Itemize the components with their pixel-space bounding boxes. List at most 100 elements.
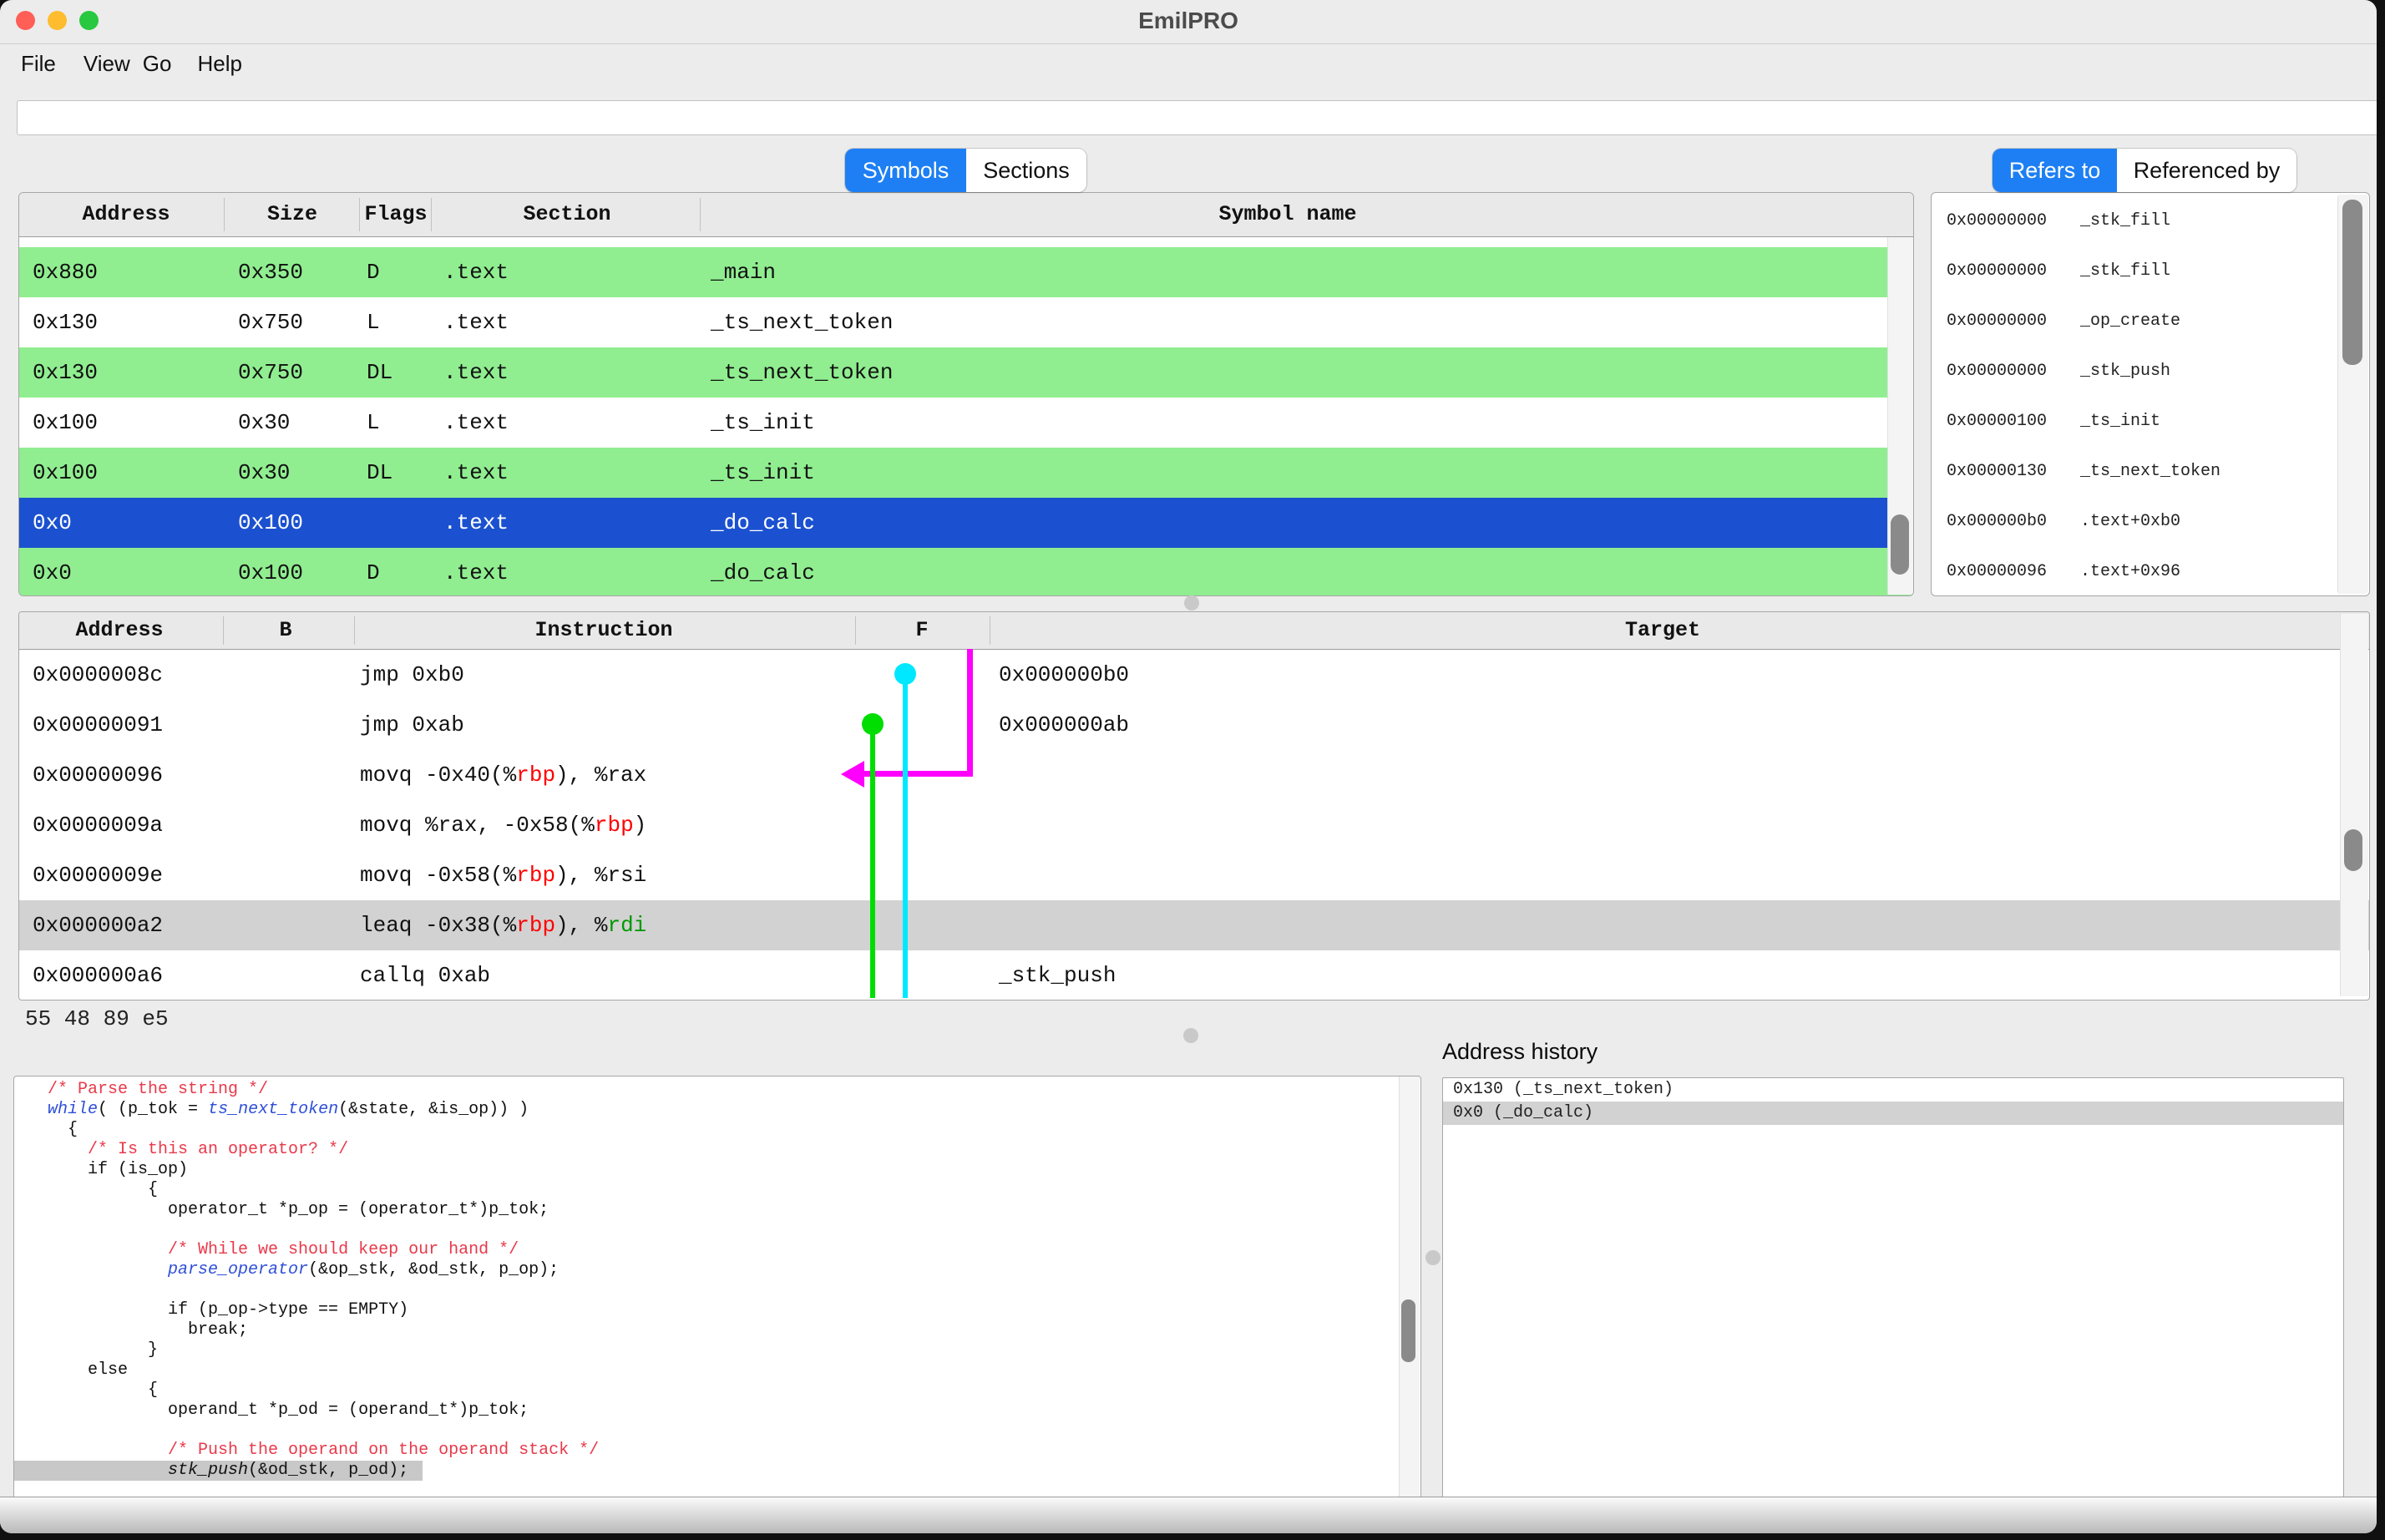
horizontal-splitter-handle-2[interactable] [1183,1028,1198,1043]
refers-address: 0x00000130 [1947,447,2047,497]
header-separator [431,198,432,231]
header-separator [223,616,224,645]
branch-arrow-magenta-horizontal [861,771,973,777]
vertical-splitter-handle[interactable] [1425,1250,1441,1265]
instr-text: jmp 0xb0 [360,650,464,700]
menu-view[interactable]: View [84,51,130,77]
symbols-col-address: Address [82,193,170,236]
cell: 0x130 [33,297,98,347]
refers-row[interactable]: 0x00000000_op_create [1932,296,2369,347]
symbol-row-_main[interactable]: 0x8800x350D.text_main [19,247,1913,297]
refers-address: 0x00000000 [1947,246,2047,296]
refers-row[interactable]: 0x00000000_stk_push [1932,347,2369,397]
cell: D [367,548,380,596]
refers-row[interactable]: 0x000000b0.text+0xb0 [1932,497,2369,547]
instr-address: 0x000000a2 [33,900,163,950]
code-line: if (p_op->type == EMPTY) [28,1300,599,1320]
emilpro-window: EmilPRO File View Go Help SymbolsSections R… [0,0,2377,1533]
cell: _main [711,247,776,297]
instruction-row-0x0000008c[interactable]: 0x0000008cjmp 0xb00x000000b0 [19,650,2369,700]
symbols-table-rows: 0x8800x350D.text_main0x1300x750L.text_ts… [19,237,1913,596]
history-row[interactable]: 0x130 (_ts_next_token) [1443,1078,2343,1102]
symbol-row-_ts_init[interactable]: 0x1000x30DL.text_ts_init [19,448,1913,498]
cell: L [367,398,380,448]
disasm-scrollbar-track[interactable] [2340,614,2368,996]
disasm-col-target: Target [1625,612,1700,649]
refers-to-list: 0x00000000_stk_fill0x00000000_stk_fill0x… [1931,192,2370,596]
symbol-row-_do_calc[interactable]: 0x00x100.text_do_calc [19,498,1913,548]
code-line: stk_push(&od_stk, p_od); [28,1461,599,1481]
menu-go[interactable]: Go [143,51,172,77]
code-line [28,1220,599,1240]
address-history-list: 0x130 (_ts_next_token)0x0 (_do_calc) [1442,1077,2344,1520]
refers-rows: 0x00000000_stk_fill0x00000000_stk_fill0x… [1932,196,2369,596]
symbol-row-_do_calc[interactable]: 0x00x100D.text_do_calc [19,548,1913,596]
instruction-row-0x000000a6[interactable]: 0x000000a6callq 0xab_stk_push [19,950,2369,1000]
refers-symbol: _stk_fill [2080,246,2170,296]
menu-help[interactable]: Help [197,51,241,77]
screen: EmilPRO File View Go Help SymbolsSections R… [0,0,2385,1540]
refers-row[interactable]: 0x00000100_ts_init [1932,397,2369,447]
horizontal-splitter-handle[interactable] [1184,595,1199,610]
cell: 0x130 [33,347,98,398]
cell: .text [443,297,509,347]
instr-text: jmp 0xab [360,700,464,750]
disasm-col-b: B [279,612,291,649]
window-title: EmilPRO [0,0,2377,43]
symbols-sections-tabs: SymbolsSections [845,149,1086,192]
refers-row[interactable]: 0x00000000 _stk_fill [1932,196,2369,246]
refers-row[interactable]: 0x00000130 _ts_next_token [1932,447,2369,497]
code-line: operator_t *p_op = (operator_t*)p_tok; [28,1200,599,1220]
code-line: /* While we should keep our hand */ [28,1240,599,1260]
instruction-row-0x00000091[interactable]: 0x00000091jmp 0xab0x000000ab [19,700,2369,750]
cell: 0x30 [238,398,290,448]
tab-referenced-by[interactable]: Referenced by [2117,149,2296,192]
menu-file[interactable]: File [21,51,56,77]
address-history-rows: 0x130 (_ts_next_token)0x0 (_do_calc) [1443,1078,2343,1125]
cell: 0x750 [238,297,303,347]
refers-address: 0x00000000 [1947,196,2047,246]
disassembly-rows: 0x0000008cjmp 0xb00x000000b00x00000091jm… [19,650,2369,1000]
refers-symbol: _stk_fill [2080,196,2170,246]
cell: _ts_next_token [711,347,893,398]
symbol-row-_ts_init[interactable]: 0x1000x30L.text_ts_init [19,398,1913,448]
instruction-row-0x0000009a[interactable]: 0x0000009amovq %rax, -0x58(%rbp) [19,800,2369,850]
title-bar: EmilPRO [0,0,2377,44]
instruction-row-0x000000a2[interactable]: 0x000000a2 leaq -0x38(%rbp), %rdi [19,900,2369,950]
refers-address: 0x00000096 [1947,547,2047,596]
code-lines: /* Parse the string */ while( (p_tok = t… [28,1080,599,1481]
instr-target: 0x000000b0 [999,650,1129,700]
instruction-row-0x00000096[interactable]: 0x00000096movq -0x40(%rbp), %rax [19,750,2369,800]
symbol-filter-input[interactable] [17,100,2377,135]
instr-text: leaq -0x38(%rbp), %rdi [360,900,646,950]
code-line [28,1421,599,1441]
symbol-row-_ts_next_token[interactable]: 0x1300x750DL.text_ts_next_token [19,347,1913,398]
cell: .text [443,347,509,398]
refers-tabs: Refers toReferenced by [1993,149,2296,192]
code-scrollbar-thumb[interactable] [1401,1299,1415,1362]
instruction-encoding-status: 55 48 89 e5 [25,1006,169,1031]
code-line [28,1280,599,1300]
refers-symbol: _ts_next_token [2080,447,2220,497]
history-row[interactable]: 0x0 (_do_calc) [1443,1102,2343,1125]
code-line: parse_operator(&op_stk, &od_stk, p_op); [28,1260,599,1280]
refers-scrollbar-thumb[interactable] [2342,200,2362,365]
code-line: else [28,1360,599,1380]
tab-symbols[interactable]: Symbols [845,149,966,192]
header-separator [700,198,701,231]
code-line: } [28,1340,599,1360]
instruction-row-0x0000009e[interactable]: 0x0000009emovq -0x58(%rbp), %rsi [19,850,2369,900]
tab-refers-to[interactable]: Refers to [1993,149,2117,192]
refers-row[interactable]: 0x00000096.text+0x96 [1932,547,2369,596]
refers-row[interactable]: 0x00000000 _stk_fill [1932,246,2369,296]
symbol-row-_ts_next_token[interactable]: 0x1300x750L.text_ts_next_token [19,297,1913,347]
disasm-scrollbar-thumb[interactable] [2344,829,2362,871]
refers-address: 0x00000000 [1947,347,2047,397]
cell: DL [367,448,392,498]
code-scrollbar-track[interactable] [1399,1076,1420,1517]
cell: .text [443,448,509,498]
disassembly-header: AddressBInstructionFTarget [19,612,2369,650]
symbols-scrollbar-thumb[interactable] [1891,514,1909,575]
tab-sections[interactable]: Sections [966,149,1086,192]
cell: 0x100 [238,498,303,548]
